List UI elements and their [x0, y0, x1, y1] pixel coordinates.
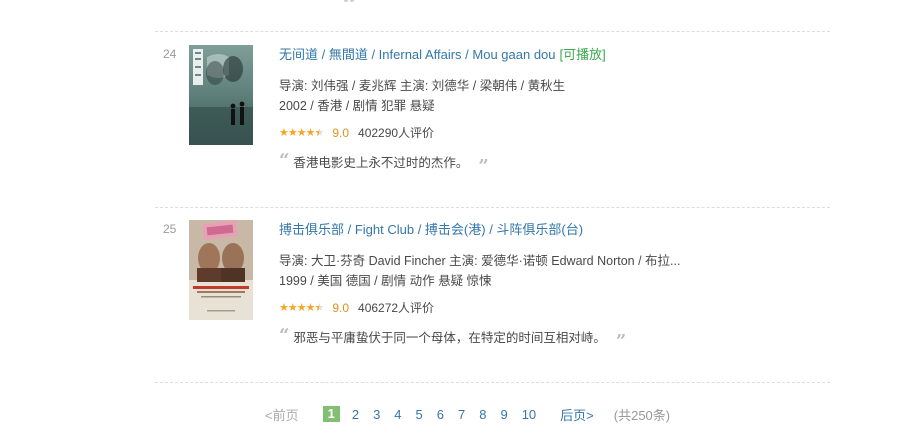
movie-meta: 2002 / 香港 / 剧情 犯罪 悬疑: [279, 99, 435, 113]
quote-text: 邪恶与平庸蛰伏于同一个母体，在特定的时间互相对峙。: [293, 331, 606, 345]
movie-details: 导演: 大卫·芬奇 David Fincher 主演: 爱德华·诺顿 Edwar…: [279, 251, 829, 291]
rating-stars-icon: ★★★★★: [279, 124, 324, 142]
previous-item-quote-fragment: [344, 0, 358, 2]
prev-page-link: <前页: [265, 407, 299, 423]
movie-credits: 导演: 大卫·芬奇 David Fincher 主演: 爱德华·诺顿 Edwar…: [279, 254, 681, 268]
rating-score: 9.0: [332, 301, 350, 315]
quote-text: 香港电影史上永不过时的杰作。: [293, 156, 469, 170]
quote-open-icon: “: [279, 150, 290, 171]
quote-close-icon: ”: [615, 331, 627, 352]
movie-quote: “ 香港电影史上永不过时的杰作。 ”: [279, 150, 829, 177]
movie-poster[interactable]: [189, 45, 253, 145]
movie-rank: 24: [163, 47, 177, 61]
rating-votes: 406272人评价: [358, 301, 435, 315]
playable-badge: [可播放]: [559, 47, 606, 62]
page-link-10[interactable]: 10: [522, 407, 536, 422]
total-count: (共250条): [613, 407, 671, 423]
next-page-link[interactable]: 后页>: [560, 405, 594, 424]
page-link-7[interactable]: 7: [458, 407, 465, 422]
movie-meta: 1999 / 美国 德国 / 剧情 动作 悬疑 惊悚: [279, 274, 492, 288]
movie-credits: 导演: 刘伟强 / 麦兆辉 主演: 刘德华 / 梁朝伟 / 黄秋生: [279, 79, 566, 93]
page-link-2[interactable]: 2: [352, 407, 359, 422]
rating-row: ★★★★★ 9.0 402290人评价: [279, 124, 829, 142]
movie-title-cn[interactable]: 搏击俱乐部: [279, 222, 344, 237]
movie-quote: “ 邪恶与平庸蛰伏于同一个母体，在特定的时间互相对峙。 ”: [279, 325, 829, 352]
rating-votes: 402290人评价: [358, 126, 435, 140]
quote-open-icon: “: [279, 325, 290, 346]
movie-details: 导演: 刘伟强 / 麦兆辉 主演: 刘德华 / 梁朝伟 / 黄秋生 2002 /…: [279, 76, 829, 116]
movie-rank: 25: [163, 222, 177, 236]
rating-score: 9.0: [332, 126, 350, 140]
paginator: <前页 1 2 3 4 5 6 7 8 9 10 后页> (共250条): [265, 404, 670, 424]
movie-title[interactable]: 搏击俱乐部 / Fight Club / 搏击会(港) / 斗阵俱乐部(台): [279, 221, 829, 239]
movie-poster[interactable]: [189, 220, 253, 320]
page-link-4[interactable]: 4: [394, 407, 401, 422]
page-link-6[interactable]: 6: [437, 407, 444, 422]
movie-title-other[interactable]: / 無間道 / Infernal Affairs / Mou gaan dou: [318, 47, 556, 62]
page-link-5[interactable]: 5: [416, 407, 423, 422]
item-divider: [155, 382, 830, 383]
movie-title-cn[interactable]: 无间道: [279, 47, 318, 62]
rating-row: ★★★★★ 9.0 406272人评价: [279, 299, 829, 317]
page-link-8[interactable]: 8: [479, 407, 486, 422]
rating-stars-icon: ★★★★★: [279, 299, 324, 317]
movie-title-other[interactable]: / Fight Club / 搏击会(港) / 斗阵俱乐部(台): [344, 222, 583, 237]
movie-title[interactable]: 无间道 / 無間道 / Infernal Affairs / Mou gaan …: [279, 46, 829, 64]
page-link-3[interactable]: 3: [373, 407, 380, 422]
page-link-9[interactable]: 9: [500, 407, 507, 422]
item-divider: [155, 31, 830, 32]
current-page: 1: [322, 406, 340, 422]
quote-close-icon: ”: [478, 156, 489, 177]
item-divider: [155, 207, 830, 208]
